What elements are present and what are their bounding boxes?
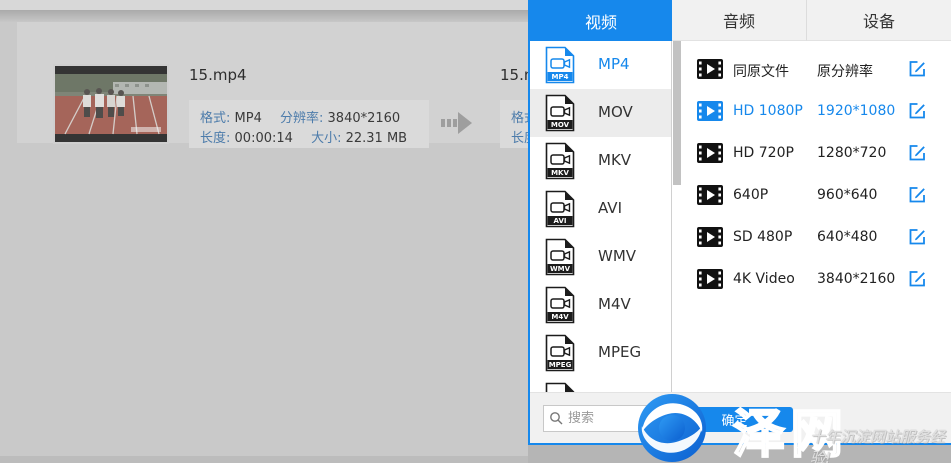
resolution-value: 3840*2160 — [328, 111, 401, 126]
size-label: 大小: — [311, 131, 341, 146]
profile-resolution: 640*480 — [817, 229, 877, 245]
svg-text:WMV: WMV — [550, 265, 571, 273]
profile-name: HD 1080P — [733, 103, 803, 119]
format-item-avi[interactable]: AVI AVI — [530, 185, 671, 233]
source-file-name: 15.mp4 — [189, 66, 247, 84]
file-type-icon: MPEG — [545, 334, 575, 376]
svg-text:AVI: AVI — [554, 217, 567, 225]
format-item-mpeg[interactable]: MPEG MPEG — [530, 329, 671, 377]
file-type-icon: MP4 — [545, 46, 575, 88]
svg-text:MOV: MOV — [551, 121, 570, 129]
edit-profile-icon[interactable] — [908, 269, 927, 292]
profile-list: 同原文件 原分辨率 HD 1080P 1920*1080 HD 720P 1280*720… — [681, 41, 951, 392]
svg-text:M4V: M4V — [551, 313, 569, 321]
search-icon — [549, 411, 564, 430]
watermark-slogan: 十年沉淀网站服务经验! — [810, 426, 951, 463]
source-info-row-2: 长度: 00:00:14 大小: 22.31 MB — [200, 127, 425, 146]
file-type-icon — [545, 382, 575, 392]
profile-name: HD 720P — [733, 145, 794, 161]
tab-video[interactable]: 视频 — [530, 0, 672, 41]
file-type-icon: MOV — [545, 94, 575, 136]
profile-resolution: 960*640 — [817, 187, 877, 203]
profile-resolution: 原分辨率 — [817, 61, 873, 81]
format-select-popup: 视频 音频 设备 MP4MP4MOVMOVMKVMKVAVIAVIWMVWMVM… — [528, 0, 951, 445]
file-type-icon: WMV — [545, 238, 575, 280]
profile-name: 640P — [733, 187, 768, 203]
format-item-label: WMV — [598, 247, 636, 265]
format-item-mkv[interactable]: MKV MKV — [530, 137, 671, 185]
convert-arrow-icon — [441, 112, 477, 134]
tab-device[interactable]: 设备 — [807, 0, 951, 41]
svg-text:MP4: MP4 — [552, 73, 569, 81]
file-type-icon: AVI — [545, 190, 575, 232]
length-value: 00:00:14 — [235, 131, 293, 146]
format-item-wmv[interactable]: WMV WMV — [530, 233, 671, 281]
format-item-label: MKV — [598, 151, 631, 169]
edit-profile-icon[interactable] — [908, 185, 927, 208]
format-value: MP4 — [235, 111, 262, 126]
source-info-row-1: 格式: MP4 分辨率: 3840*2160 — [200, 107, 425, 126]
size-value: 22.31 MB — [346, 131, 407, 146]
format-list-scrollbar[interactable] — [671, 41, 681, 392]
format-item-label: M4V — [598, 295, 631, 313]
source-file-info: 格式: MP4 分辨率: 3840*2160 长度: 00:00:14 大小: … — [189, 100, 429, 148]
format-item-label: AVI — [598, 199, 622, 217]
format-tabbar: 视频 音频 设备 — [530, 0, 951, 41]
app-window: 15.mp4 格式: MP4 分辨率: 3840*2160 长度: 00:00:… — [0, 0, 951, 463]
profile-resolution: 3840*2160 — [817, 271, 895, 287]
edit-profile-icon[interactable] — [908, 143, 927, 166]
filmstrip-icon — [697, 143, 723, 167]
filmstrip-icon — [697, 59, 723, 83]
profile-row-5[interactable]: 4K Video 3840*2160 — [681, 258, 951, 300]
format-item-label: MPEG — [598, 343, 641, 361]
profile-row-3[interactable]: 640P 960*640 — [681, 174, 951, 216]
format-item-label: MOV — [598, 103, 633, 121]
profile-resolution: 1280*720 — [817, 145, 886, 161]
filmstrip-icon — [697, 101, 723, 125]
edit-profile-icon[interactable] — [908, 101, 927, 124]
profile-name: 同原文件 — [733, 61, 789, 81]
video-thumbnail — [53, 64, 169, 144]
format-item-label: MP4 — [598, 55, 630, 73]
svg-text:MKV: MKV — [551, 169, 569, 177]
format-list: MP4 MP4 MOV MOV MKV MKV AVI AVI WMV WMV M4V M4V MPEG… — [530, 41, 671, 392]
profile-row-2[interactable]: HD 720P 1280*720 — [681, 132, 951, 174]
profile-name: SD 480P — [733, 229, 792, 245]
tab-audio[interactable]: 音频 — [672, 0, 807, 41]
resolution-label: 分辨率: — [280, 111, 323, 126]
filmstrip-icon — [697, 227, 723, 251]
format-label: 格式: — [200, 111, 230, 126]
filmstrip-icon — [697, 269, 723, 293]
edit-profile-icon[interactable] — [908, 227, 927, 250]
file-type-icon: MKV — [545, 142, 575, 184]
file-type-icon: M4V — [545, 286, 575, 328]
svg-text:MPEG: MPEG — [549, 361, 572, 369]
profile-row-4[interactable]: SD 480P 640*480 — [681, 216, 951, 258]
format-item-m4v[interactable]: M4V M4V — [530, 281, 671, 329]
profile-row-0[interactable]: 同原文件 原分辨率 — [681, 48, 951, 90]
video-thumbnail-image — [55, 66, 167, 142]
format-item-mov[interactable]: MOV MOV — [530, 89, 671, 137]
profile-name: 4K Video — [733, 271, 795, 287]
filmstrip-icon — [697, 185, 723, 209]
length-label: 长度: — [200, 131, 230, 146]
edit-profile-icon[interactable] — [908, 59, 927, 82]
watermark-swirl-logo — [630, 388, 714, 463]
profile-resolution: 1920*1080 — [817, 103, 895, 119]
format-item-mp4[interactable]: MP4 MP4 — [530, 41, 671, 89]
profile-row-1[interactable]: HD 1080P 1920*1080 — [681, 90, 951, 132]
scrollbar-thumb[interactable] — [673, 41, 681, 185]
